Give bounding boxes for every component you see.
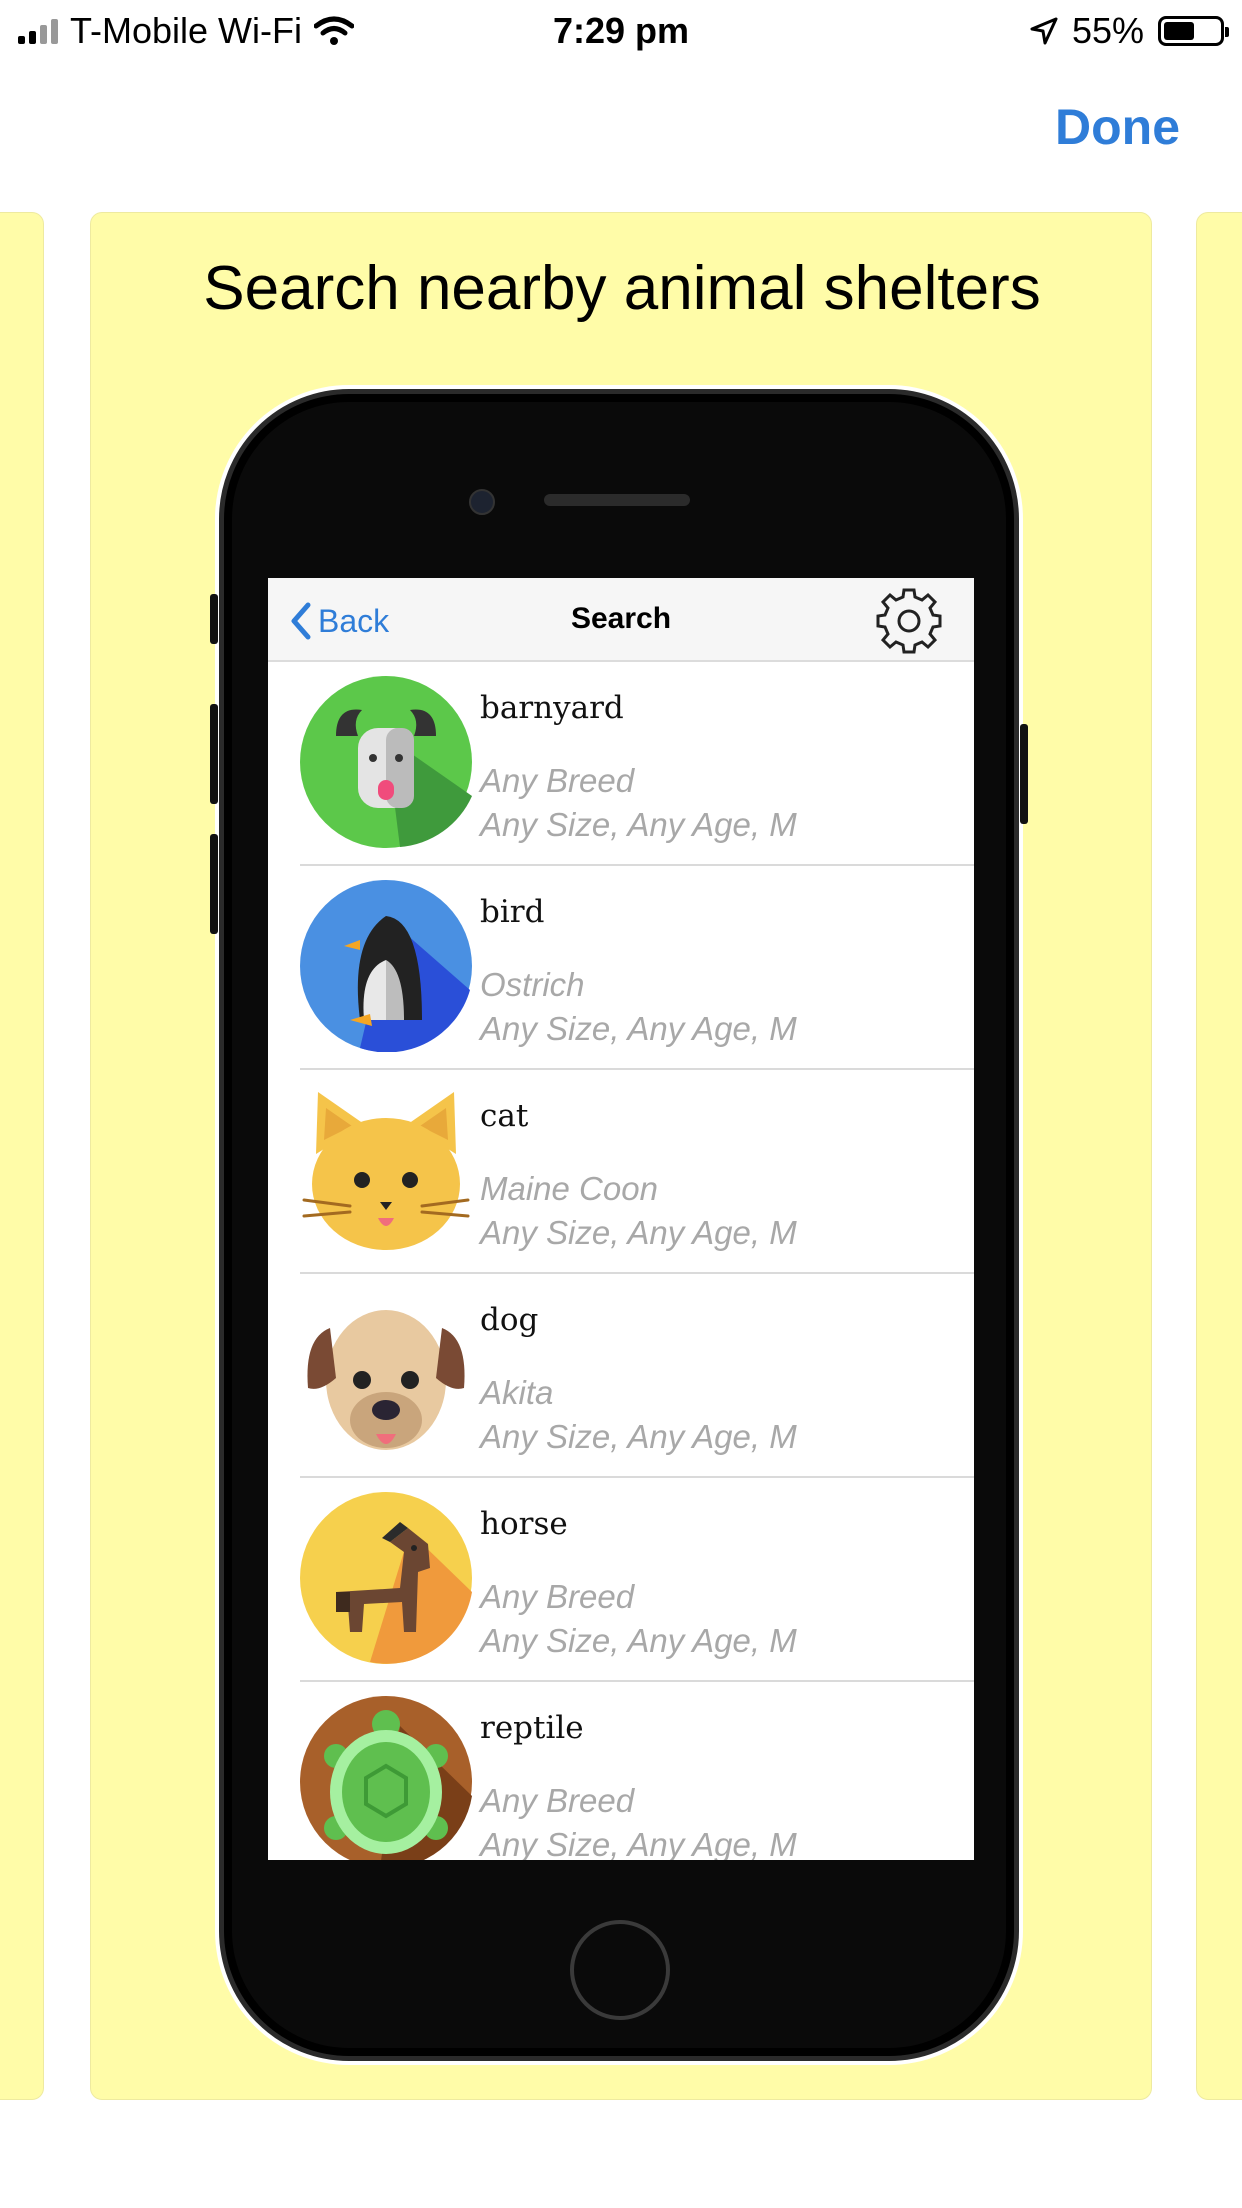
volume-down-button [210,834,218,934]
dog-icon [307,1310,465,1450]
goat-icon [300,676,472,848]
battery-percent: 55% [1071,10,1144,51]
front-camera [469,489,495,515]
battery-icon [1158,16,1229,46]
animal-details: Any Size, Any Age, M [480,1214,797,1251]
horse-icon [300,1492,472,1664]
screenshot-card: Search nearby animal shelters Back Searc… [90,212,1152,2100]
phone-screen: Back Search barnyard Any Breed Any Size,… [268,578,974,1860]
power-button [1020,724,1028,824]
volume-up-button [210,704,218,804]
animal-details: Any Size, Any Age, M [480,1418,797,1455]
gear-icon[interactable] [876,588,942,654]
penguin-icon [300,880,472,1052]
animal-breed: Ostrich [480,966,585,1003]
animal-name: cat [480,1098,529,1134]
animal-details: Any Size, Any Age, M [480,806,797,843]
animal-details: Any Size, Any Age, M [480,1622,797,1659]
next-card[interactable] [1196,212,1242,2100]
location-arrow-icon [1030,17,1058,45]
animal-name: reptile [480,1710,584,1746]
list-item-reptile[interactable]: reptile Any Breed Any Size, Any Age, M [268,1682,974,1860]
list-item-horse[interactable]: horse Any Breed Any Size, Any Age, M [268,1478,974,1682]
list-item-bird[interactable]: bird Ostrich Any Size, Any Age, M [268,866,974,1070]
animal-details: Any Size, Any Age, M [480,1010,797,1047]
list-item-cat[interactable]: cat Maine Coon Any Size, Any Age, M [268,1070,974,1274]
animal-name: dog [480,1302,539,1338]
animal-breed: Any Breed [480,1578,635,1615]
inner-nav-bar: Back Search [268,578,974,662]
card-title: Search nearby animal shelters [203,254,1041,323]
mute-switch [210,594,218,644]
animal-name: bird [480,894,545,930]
animal-name: horse [480,1506,568,1542]
previous-card[interactable] [0,212,44,2100]
home-button [570,1920,670,2020]
search-title: Search [570,602,672,635]
status-bar: T-Mobile Wi-Fi 7:29 pm 55% [0,0,1242,64]
animal-details: Any Size, Any Age, M [480,1826,797,1860]
earpiece-speaker [544,494,690,506]
animal-breed: Akita [480,1374,554,1411]
list-item-dog[interactable]: dog Akita Any Size, Any Age, M [268,1274,974,1478]
animal-breed: Any Breed [480,762,635,799]
turtle-icon [300,1696,472,1860]
done-button[interactable]: Done [1055,98,1180,156]
cat-icon [302,1092,470,1250]
animal-breed: Maine Coon [480,1170,658,1207]
animal-breed: Any Breed [480,1782,635,1819]
animal-name: barnyard [480,690,624,726]
phone-mockup: Back Search barnyard Any Breed Any Size,… [210,389,1028,2061]
list-item-barnyard[interactable]: barnyard Any Breed Any Size, Any Age, M [268,662,974,866]
